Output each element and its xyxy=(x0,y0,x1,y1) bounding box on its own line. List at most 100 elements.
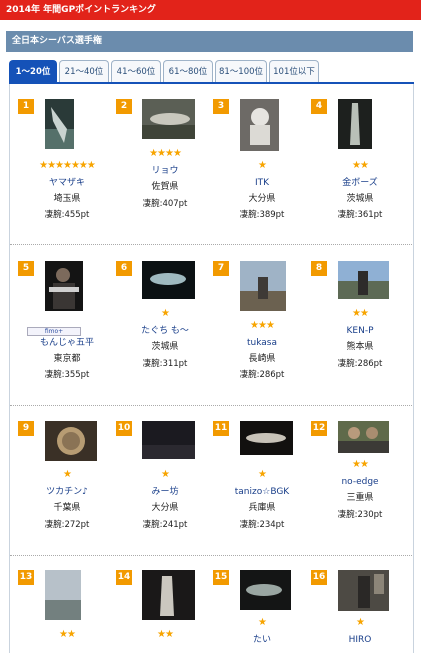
ranking-entry: 1 ★★★★★★★ ヤマザキ 埼玉県 凄腕:455pt xyxy=(18,99,116,249)
page-top-banner: 2014年 年間GPポイントランキング xyxy=(0,0,421,20)
rank-badge: 12 xyxy=(311,421,327,436)
rank-badge: 5 xyxy=(18,261,34,276)
angler-name-link[interactable]: ヤマザキ xyxy=(18,177,116,189)
section-title: 全日本シーバス選手権 xyxy=(12,36,102,46)
angler-points: 凄腕:455pt xyxy=(44,210,90,220)
angler-points: 凄腕:286pt xyxy=(239,370,285,380)
fimo-plus-badge[interactable]: fimo+ xyxy=(27,327,81,336)
angler-points: 凄腕:311pt xyxy=(142,359,188,369)
ranking-entry: 13 ★★ xyxy=(18,570,116,653)
rank-badge: 13 xyxy=(18,570,34,585)
angler-photo[interactable] xyxy=(45,570,81,620)
angler-points: 凄腕:286pt xyxy=(337,359,383,369)
rank-badge: 3 xyxy=(213,99,229,114)
rating-stars: ★ xyxy=(258,469,267,480)
rating-stars: ★★ xyxy=(352,459,369,470)
ranking-entry: 9 ★ ツカチン♪ 千葉県 凄腕:272pt xyxy=(18,421,116,571)
angler-photo[interactable] xyxy=(45,421,97,461)
ranking-entry: 14 ★★ xyxy=(116,570,214,653)
angler-prefecture: 長崎県 xyxy=(248,354,276,364)
ranking-entry: 6 ★ たぐち も～ 茨城県 凄腕:311pt xyxy=(116,261,214,411)
rank-badge: 6 xyxy=(116,261,132,276)
angler-prefecture: 埼玉県 xyxy=(53,194,81,204)
angler-photo[interactable] xyxy=(45,261,83,311)
rank-badge: 15 xyxy=(213,570,229,585)
tab-rank-101-plus[interactable]: 101位以下 xyxy=(269,60,319,83)
rank-badge: 7 xyxy=(213,261,229,276)
angler-prefecture: 兵庫県 xyxy=(248,503,276,513)
angler-photo[interactable] xyxy=(240,421,293,455)
rating-stars: ★ xyxy=(258,160,267,171)
rank-badge: 9 xyxy=(18,421,34,436)
angler-name-link[interactable]: ツカチン♪ xyxy=(18,486,116,498)
ranking-entry: 16 ★ HIRO xyxy=(311,570,409,653)
angler-photo[interactable] xyxy=(240,261,286,311)
angler-photo[interactable] xyxy=(142,99,195,139)
rating-stars: ★ xyxy=(161,308,170,319)
rank-badge: 11 xyxy=(213,421,229,436)
angler-name-link[interactable]: ITK xyxy=(213,177,311,189)
rating-stars: ★★ xyxy=(157,629,174,640)
tab-rank-81-100[interactable]: 81〜100位 xyxy=(215,60,267,83)
ranking-entry: 12 ★★ no-edge 三重県 凄腕:230pt xyxy=(311,421,409,571)
angler-photo[interactable] xyxy=(338,261,389,299)
angler-prefecture: 大分県 xyxy=(151,503,179,513)
page-top-title: 2014年 年間GPポイントランキング xyxy=(6,5,156,15)
rating-stars: ★★ xyxy=(59,629,76,640)
ranking-entry: 3 ★ ITK 大分県 凄腕:389pt xyxy=(213,99,311,249)
rating-stars: ★ xyxy=(63,469,72,480)
angler-points: 凄腕:272pt xyxy=(44,520,90,530)
angler-name-link[interactable]: tukasa xyxy=(213,337,311,349)
angler-name-link[interactable]: たい xyxy=(213,634,311,646)
tab-rank-41-60[interactable]: 41〜60位 xyxy=(111,60,161,83)
rank-badge: 10 xyxy=(116,421,132,436)
ranking-entry: 8 ★★ KEN-P 熊本県 凄腕:286pt xyxy=(311,261,409,411)
angler-prefecture: 東京都 xyxy=(53,354,81,364)
rating-stars: ★★★★★★★ xyxy=(39,160,96,171)
angler-points: 凄腕:361pt xyxy=(337,210,383,220)
rank-badge: 4 xyxy=(311,99,327,114)
angler-name-link[interactable]: KEN-P xyxy=(311,325,409,337)
angler-photo[interactable] xyxy=(142,570,195,620)
tab-rank-21-40[interactable]: 21〜40位 xyxy=(59,60,109,83)
ranking-entry: 11 ★ tanizo☆BGK 兵庫県 凄腕:234pt xyxy=(213,421,311,571)
angler-name-link[interactable]: たぐち も～ xyxy=(116,325,214,337)
angler-prefecture: 茨城県 xyxy=(151,342,179,352)
angler-prefecture: 三重県 xyxy=(346,493,374,503)
angler-name-link[interactable]: tanizo☆BGK xyxy=(213,486,311,498)
ranking-entry: 15 ★ たい xyxy=(213,570,311,653)
section-title-bar: 全日本シーバス選手権 xyxy=(6,31,413,52)
tab-rank-1-20[interactable]: 1〜20位 xyxy=(9,60,57,83)
rating-stars: ★ xyxy=(161,469,170,480)
angler-photo[interactable] xyxy=(338,421,389,453)
angler-photo[interactable] xyxy=(240,99,279,151)
angler-photo[interactable] xyxy=(240,570,291,610)
rank-badge: 2 xyxy=(116,99,132,114)
angler-name-link[interactable]: HIRO xyxy=(311,634,409,646)
rating-stars: ★ xyxy=(356,617,365,628)
angler-name-link[interactable]: もんじゃ五平 xyxy=(18,337,116,349)
angler-prefecture: 佐賀県 xyxy=(151,182,179,192)
tab-rank-61-80[interactable]: 61〜80位 xyxy=(163,60,213,83)
angler-points: 凄腕:355pt xyxy=(44,370,90,380)
angler-photo[interactable] xyxy=(338,570,389,611)
angler-points: 凄腕:241pt xyxy=(142,520,188,530)
angler-points: 凄腕:230pt xyxy=(337,510,383,520)
angler-points: 凄腕:234pt xyxy=(239,520,285,530)
angler-points: 凄腕:407pt xyxy=(142,199,188,209)
angler-photo[interactable] xyxy=(45,99,74,149)
angler-photo[interactable] xyxy=(142,421,195,459)
angler-photo[interactable] xyxy=(338,99,372,149)
angler-name-link[interactable]: no-edge xyxy=(311,476,409,488)
angler-name-link[interactable]: 金ボーズ xyxy=(311,177,409,189)
rating-stars: ★★ xyxy=(352,160,369,171)
angler-name-link[interactable]: みー坊 xyxy=(116,486,214,498)
ranking-entry: 4 ★★ 金ボーズ 茨城県 凄腕:361pt xyxy=(311,99,409,249)
rating-stars: ★★ xyxy=(352,308,369,319)
angler-points: 凄腕:389pt xyxy=(239,210,285,220)
rank-range-tabs: 1〜20位 21〜40位 41〜60位 61〜80位 81〜100位 101位以… xyxy=(9,60,413,83)
rank-badge: 16 xyxy=(311,570,327,585)
angler-photo[interactable] xyxy=(142,261,195,299)
angler-name-link[interactable]: リョウ xyxy=(116,165,214,177)
ranking-entry: 5 fimo+ もんじゃ五平 東京都 凄腕:355pt xyxy=(18,261,116,411)
